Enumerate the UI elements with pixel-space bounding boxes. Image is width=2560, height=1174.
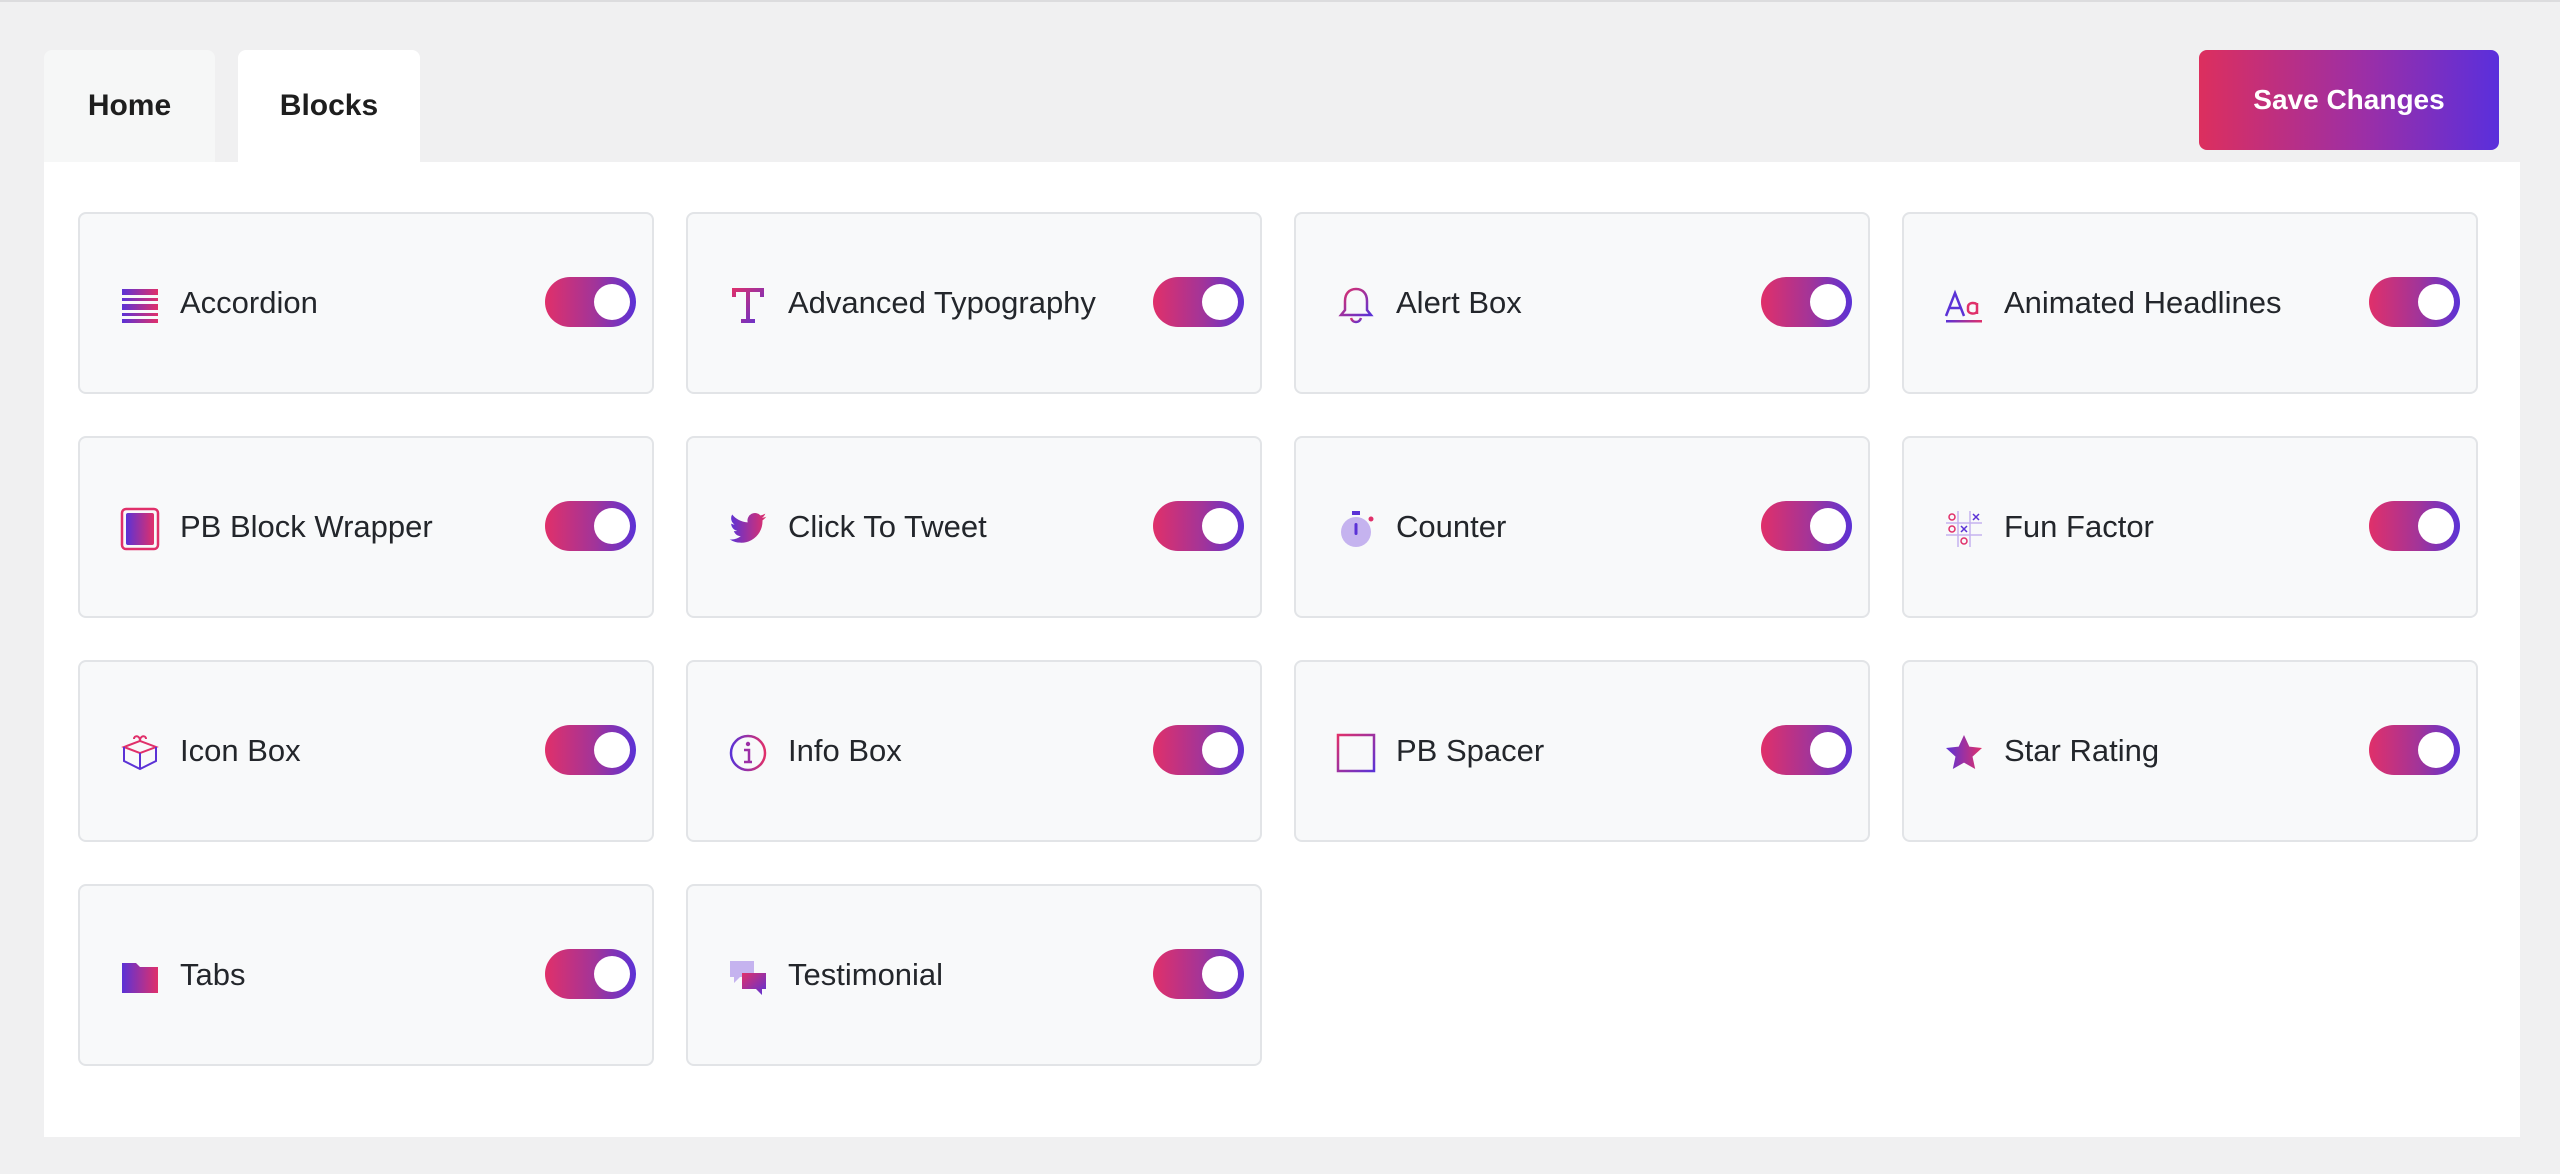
twitter-bird-icon bbox=[728, 509, 768, 549]
gift-box-icon bbox=[120, 733, 160, 773]
block-card-fun-factor: Fun Factor bbox=[1902, 436, 2478, 618]
block-toggle[interactable] bbox=[545, 501, 636, 551]
block-label: Alert Box bbox=[1396, 285, 1522, 320]
typography-icon bbox=[728, 285, 768, 325]
block-label: Accordion bbox=[180, 285, 318, 320]
block-toggle[interactable] bbox=[1153, 277, 1244, 327]
block-label: Counter bbox=[1396, 509, 1507, 544]
block-card-click-to-tweet: Click To Tweet bbox=[686, 436, 1262, 618]
tic-tac-toe-icon bbox=[1944, 509, 1984, 549]
block-toggle[interactable] bbox=[1153, 725, 1244, 775]
block-toggle[interactable] bbox=[1761, 501, 1852, 551]
stopwatch-icon bbox=[1336, 509, 1376, 549]
block-card-tabs: Tabs bbox=[78, 884, 654, 1066]
block-label: Tabs bbox=[180, 957, 246, 992]
block-card-icon-box: Icon Box bbox=[78, 660, 654, 842]
block-toggle[interactable] bbox=[2369, 277, 2460, 327]
block-label: Animated Headlines bbox=[2004, 285, 2282, 320]
block-card-counter: Counter bbox=[1294, 436, 1870, 618]
block-label: Fun Factor bbox=[2004, 509, 2154, 544]
bell-icon bbox=[1336, 285, 1376, 325]
block-card-info-box: Info Box bbox=[686, 660, 1262, 842]
block-label: Info Box bbox=[788, 733, 902, 768]
block-card-pb-block-wrapper: PB Block Wrapper bbox=[78, 436, 654, 618]
tab-blocks[interactable]: Blocks bbox=[238, 50, 420, 162]
block-toggle[interactable] bbox=[2369, 501, 2460, 551]
info-circle-icon bbox=[728, 733, 768, 773]
block-label: PB Spacer bbox=[1396, 733, 1545, 768]
block-toggle[interactable] bbox=[545, 725, 636, 775]
folder-tab-icon bbox=[120, 957, 160, 997]
block-label: PB Block Wrapper bbox=[180, 509, 433, 544]
block-card-pb-spacer: PB Spacer bbox=[1294, 660, 1870, 842]
block-card-advanced-typography: Advanced Typography bbox=[686, 212, 1262, 394]
block-toggle[interactable] bbox=[1153, 501, 1244, 551]
block-toggle[interactable] bbox=[545, 277, 636, 327]
save-changes-button[interactable]: Save Changes bbox=[2199, 50, 2499, 150]
block-label: Star Rating bbox=[2004, 733, 2160, 768]
block-label: Icon Box bbox=[180, 733, 301, 768]
block-card-animated-headlines: Animated Headlines bbox=[1902, 212, 2478, 394]
block-toggle[interactable] bbox=[1761, 725, 1852, 775]
tab-home[interactable]: Home bbox=[44, 50, 215, 162]
block-label: Advanced Typography bbox=[788, 285, 1096, 320]
block-toggle[interactable] bbox=[545, 949, 636, 999]
headline-icon bbox=[1944, 285, 1984, 325]
blocks-panel: Accordion Advanced Typography Alert Box bbox=[44, 162, 2520, 1137]
chat-bubbles-icon bbox=[728, 957, 768, 997]
top-divider bbox=[0, 0, 2560, 2]
star-icon bbox=[1944, 733, 1984, 773]
block-label: Click To Tweet bbox=[788, 509, 987, 544]
block-card-accordion: Accordion bbox=[78, 212, 654, 394]
block-label: Testimonial bbox=[788, 957, 944, 992]
spacer-square-icon bbox=[1336, 733, 1376, 773]
block-card-star-rating: Star Rating bbox=[1902, 660, 2478, 842]
block-toggle[interactable] bbox=[1153, 949, 1244, 999]
block-toggle[interactable] bbox=[2369, 725, 2460, 775]
block-card-alert-box: Alert Box bbox=[1294, 212, 1870, 394]
block-toggle[interactable] bbox=[1761, 277, 1852, 327]
block-wrapper-icon bbox=[120, 507, 160, 551]
accordion-icon bbox=[120, 285, 160, 325]
block-card-testimonial: Testimonial bbox=[686, 884, 1262, 1066]
